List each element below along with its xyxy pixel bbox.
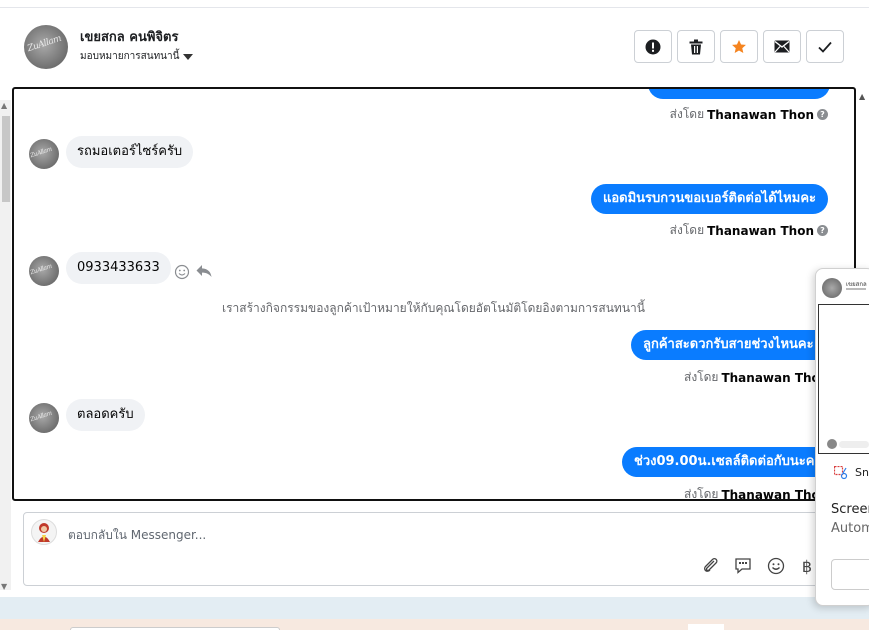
baht-icon[interactable]: ฿ bbox=[797, 556, 817, 576]
customer-avatar: ZuAllam bbox=[29, 403, 59, 433]
contact-avatar[interactable]: ZuAllam bbox=[24, 25, 68, 69]
star-icon bbox=[732, 39, 746, 53]
help-icon[interactable]: ? bbox=[817, 225, 828, 236]
top-divider bbox=[0, 7, 869, 8]
conversation-window: ZuAllam เขยสกล คนพิจิตร มอบหมายการสนทนาน… bbox=[0, 0, 869, 630]
popup-app-label: Sn bbox=[855, 466, 869, 479]
scroll-up-arrow-icon[interactable]: ▲ bbox=[859, 92, 865, 101]
sender-name: Thanawan Thon bbox=[721, 487, 829, 501]
sender-name: Thanawan Thon bbox=[721, 370, 829, 385]
caret-down-icon bbox=[183, 53, 194, 60]
message-bubble-outgoing: แอดมินรบกวนขอเบอร์ติดต่อได้ไหมคะ bbox=[590, 184, 828, 214]
popup-action-button[interactable] bbox=[831, 559, 869, 590]
sent-by-line: ส่งโดย Thanawan Thon ? bbox=[670, 105, 828, 124]
message-bubble-outgoing-partial bbox=[648, 89, 830, 99]
mark-spam-button[interactable] bbox=[634, 30, 672, 63]
assign-label: มอบหมายการสนทนานี้ bbox=[80, 51, 180, 62]
sent-by-prefix: ส่งโดย bbox=[684, 370, 719, 384]
taskbar-item[interactable] bbox=[688, 624, 724, 630]
reply-input[interactable] bbox=[68, 526, 568, 544]
star-button[interactable] bbox=[720, 30, 758, 63]
sent-by-prefix: ส่งโดย bbox=[684, 487, 719, 501]
delete-button[interactable] bbox=[677, 30, 715, 63]
snipping-tool-icon bbox=[834, 466, 848, 480]
sent-by-line: ส่งโดย Thanawan Thon bbox=[684, 485, 829, 501]
message-bubble-incoming: รถมอเตอร์ไซร์ครับ bbox=[66, 136, 194, 168]
message-bubble-incoming: 0933433633 bbox=[66, 252, 171, 284]
thumbnail-subline bbox=[846, 288, 866, 290]
scroll-up-arrow-icon[interactable]: ▲ bbox=[1, 101, 7, 110]
assign-conversation-dropdown[interactable]: มอบหมายการสนทนานี้ bbox=[80, 49, 194, 64]
exclamation-icon bbox=[645, 39, 661, 54]
screenshot-popup[interactable]: เขยสกล Sn Screer Autom bbox=[815, 268, 869, 606]
scroll-down-arrow-icon[interactable]: ▼ bbox=[1, 582, 7, 591]
popup-subtitle: Autom bbox=[831, 521, 869, 536]
emoji-icon[interactable] bbox=[766, 556, 786, 576]
system-note: เราสร้างกิจกรรมของลูกค้าเป้าหมายให้กับคุ… bbox=[222, 301, 645, 315]
sent-by-prefix: ส่งโดย bbox=[669, 223, 705, 237]
thumbnail-avatar bbox=[822, 278, 842, 298]
envelope-icon bbox=[774, 40, 790, 53]
mark-done-button[interactable] bbox=[806, 30, 844, 63]
page-scrollbar-thumb[interactable] bbox=[2, 116, 10, 202]
react-emoji-icon[interactable] bbox=[174, 264, 190, 280]
check-icon bbox=[818, 41, 832, 53]
sender-name: Thanawan Thon bbox=[707, 107, 814, 122]
trash-icon bbox=[689, 39, 703, 54]
customer-avatar: ZuAllam bbox=[29, 256, 59, 286]
page-avatar bbox=[31, 519, 57, 545]
paperclip-icon[interactable] bbox=[701, 556, 721, 576]
sent-by-prefix: ส่งโดย bbox=[669, 107, 705, 121]
taskbar-strip bbox=[0, 619, 869, 630]
contact-name[interactable]: เขยสกล คนพิจิตร bbox=[80, 26, 178, 47]
saved-reply-icon[interactable] bbox=[733, 556, 753, 576]
sent-by-line: ส่งโดย Thanawan Thon ? bbox=[670, 221, 828, 240]
reply-icon[interactable] bbox=[196, 264, 212, 278]
screenshot-thumbnail[interactable] bbox=[818, 304, 869, 454]
popup-title: Screer bbox=[831, 502, 869, 517]
bottom-bar bbox=[0, 597, 869, 619]
mark-unread-button[interactable] bbox=[763, 30, 801, 63]
sent-by-line: ส่งโดย Thanawan Thon bbox=[684, 368, 828, 387]
help-icon[interactable]: ? bbox=[817, 109, 828, 120]
message-thread[interactable]: ส่งโดย Thanawan Thon ? ZuAllam รถมอเตอร์… bbox=[12, 87, 856, 501]
sender-name: Thanawan Thon bbox=[707, 223, 814, 238]
message-bubble-incoming: ตลอดครับ bbox=[66, 399, 145, 431]
customer-avatar: ZuAllam bbox=[29, 139, 59, 169]
